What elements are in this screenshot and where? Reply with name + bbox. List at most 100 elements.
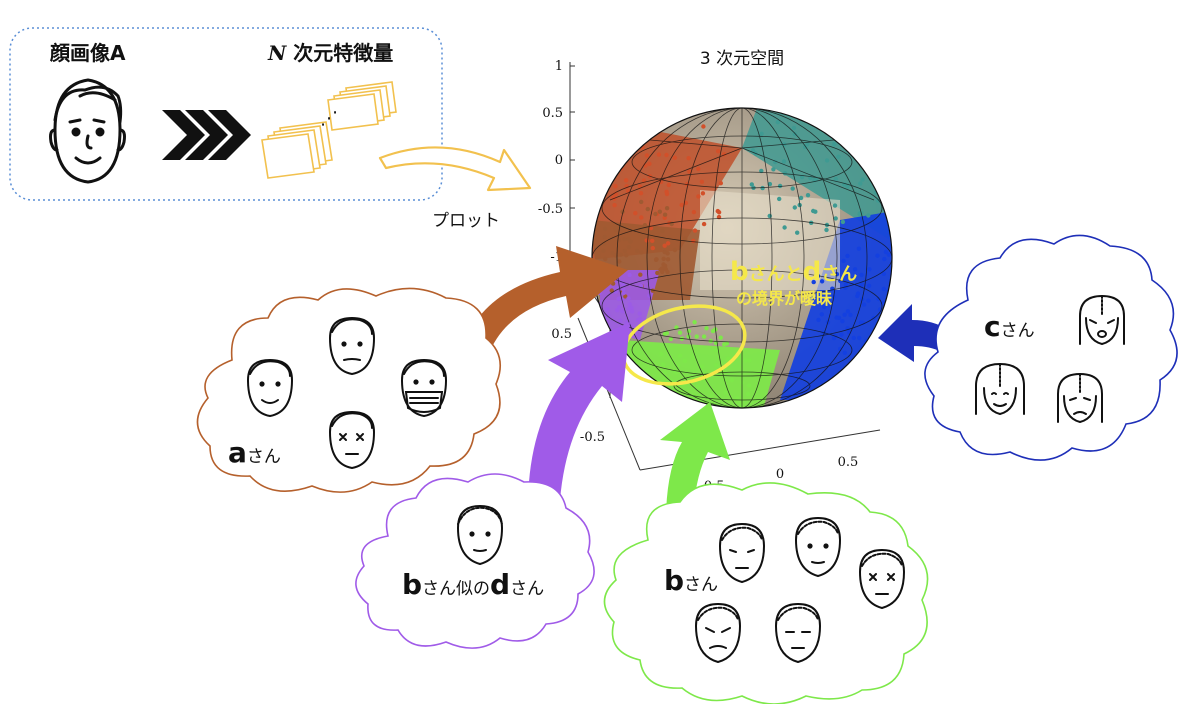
scatter-point xyxy=(622,151,627,156)
x-tick: 0.5 xyxy=(838,455,859,470)
scatter-point xyxy=(832,141,837,147)
scatter-point xyxy=(656,121,662,127)
boundary-note-line2: の境界が曖昧 xyxy=(736,289,833,308)
suffix-b: さん xyxy=(684,575,718,595)
scatter-point xyxy=(886,252,892,257)
scatter-point xyxy=(635,318,641,323)
z-tick: 0.5 xyxy=(542,106,563,121)
suffix-bd: さん xyxy=(510,579,544,599)
scatter-point xyxy=(592,309,597,315)
scatter-point xyxy=(626,244,632,250)
scatter-point xyxy=(836,315,842,320)
scatter-point xyxy=(691,238,696,244)
scatter-point xyxy=(842,350,847,355)
scatter-point xyxy=(700,364,705,369)
scatter-point xyxy=(859,272,864,278)
scatter-point xyxy=(622,122,628,128)
scatter-point xyxy=(805,193,811,198)
scatter-point xyxy=(618,252,623,257)
boundary-text-c: さん xyxy=(821,264,857,285)
scatter-point xyxy=(633,211,638,216)
scatter-point xyxy=(714,363,719,368)
scatter-point xyxy=(749,182,754,187)
scatter-point xyxy=(595,314,600,320)
scatter-point xyxy=(621,290,626,296)
scatter-point xyxy=(624,253,629,258)
scatter-point xyxy=(682,358,687,363)
scatter-point xyxy=(677,353,683,358)
scatter-point xyxy=(716,149,721,154)
scatter-point xyxy=(869,123,874,128)
z-tick: 1 xyxy=(555,59,563,74)
scatter-point xyxy=(759,131,764,136)
scatter-point xyxy=(645,206,650,212)
scatter-point xyxy=(704,326,709,331)
plot-label: プロット xyxy=(432,211,500,231)
scatter-point xyxy=(710,328,716,334)
scatter-point xyxy=(659,351,664,357)
scatter-point xyxy=(845,309,851,314)
scatter-point xyxy=(626,296,631,301)
scatter-point xyxy=(858,181,863,186)
scatter-point xyxy=(840,319,845,324)
scatter-point xyxy=(812,119,817,124)
scatter-point xyxy=(865,135,871,141)
scatter-point xyxy=(657,209,662,214)
scatter-point xyxy=(792,132,797,137)
scatter-point xyxy=(866,298,871,303)
scatter-point xyxy=(833,103,837,107)
scatter-point xyxy=(866,283,872,288)
scatter-point xyxy=(723,390,728,395)
scatter-point xyxy=(840,219,846,225)
scatter-point xyxy=(866,213,871,218)
scatter-point xyxy=(664,206,670,211)
scatter-point xyxy=(650,245,655,251)
scatter-point xyxy=(660,228,665,234)
scatter-point xyxy=(613,184,618,189)
scatter-point xyxy=(896,272,900,276)
scatter-point xyxy=(716,210,722,215)
y-tick: -0.5 xyxy=(580,430,605,445)
scatter-point xyxy=(851,335,856,341)
scatter-point xyxy=(645,382,650,388)
scatter-point xyxy=(665,241,671,246)
scatter-point xyxy=(792,205,797,210)
scatter-point xyxy=(818,108,823,111)
scatter-point xyxy=(832,125,837,130)
scatter-point xyxy=(777,196,782,202)
scatter-point xyxy=(895,298,899,302)
scatter-point xyxy=(860,177,865,182)
scatter-point xyxy=(620,309,625,314)
scatter-point xyxy=(662,249,667,255)
scatter-point xyxy=(634,122,639,127)
scatter-point xyxy=(866,141,871,146)
feature-dimension-text: 次元特徴量 xyxy=(286,41,393,65)
scatter-point xyxy=(851,138,857,143)
scatter-point xyxy=(603,226,608,232)
scatter-point xyxy=(615,308,620,313)
scatter-point xyxy=(644,153,650,158)
scatter-point xyxy=(811,208,816,214)
scatter-point xyxy=(709,393,714,398)
scatter-point xyxy=(644,238,649,243)
scatter-point xyxy=(881,286,886,292)
letter-c: c xyxy=(984,310,1001,343)
scatter-point xyxy=(771,167,776,172)
scatter-point xyxy=(659,266,664,271)
z-axis-ticks: 1 0.5 0 -0.5 -1 xyxy=(538,59,563,265)
scatter-point xyxy=(701,334,707,339)
scatter-point xyxy=(665,257,671,262)
scatter-point xyxy=(866,155,871,160)
scatter-point xyxy=(696,194,701,199)
scatter-point xyxy=(622,237,627,242)
z-tick: -0.5 xyxy=(538,202,563,217)
scatter-point xyxy=(701,221,707,227)
cloud-c xyxy=(924,234,1178,461)
scatter-point xyxy=(691,209,697,215)
scatter-point xyxy=(743,358,748,363)
scatter-point xyxy=(882,256,887,262)
scatter-point xyxy=(717,417,721,421)
scatter-point xyxy=(595,163,601,168)
scatter-point xyxy=(696,166,701,172)
scatter-point xyxy=(848,312,853,318)
